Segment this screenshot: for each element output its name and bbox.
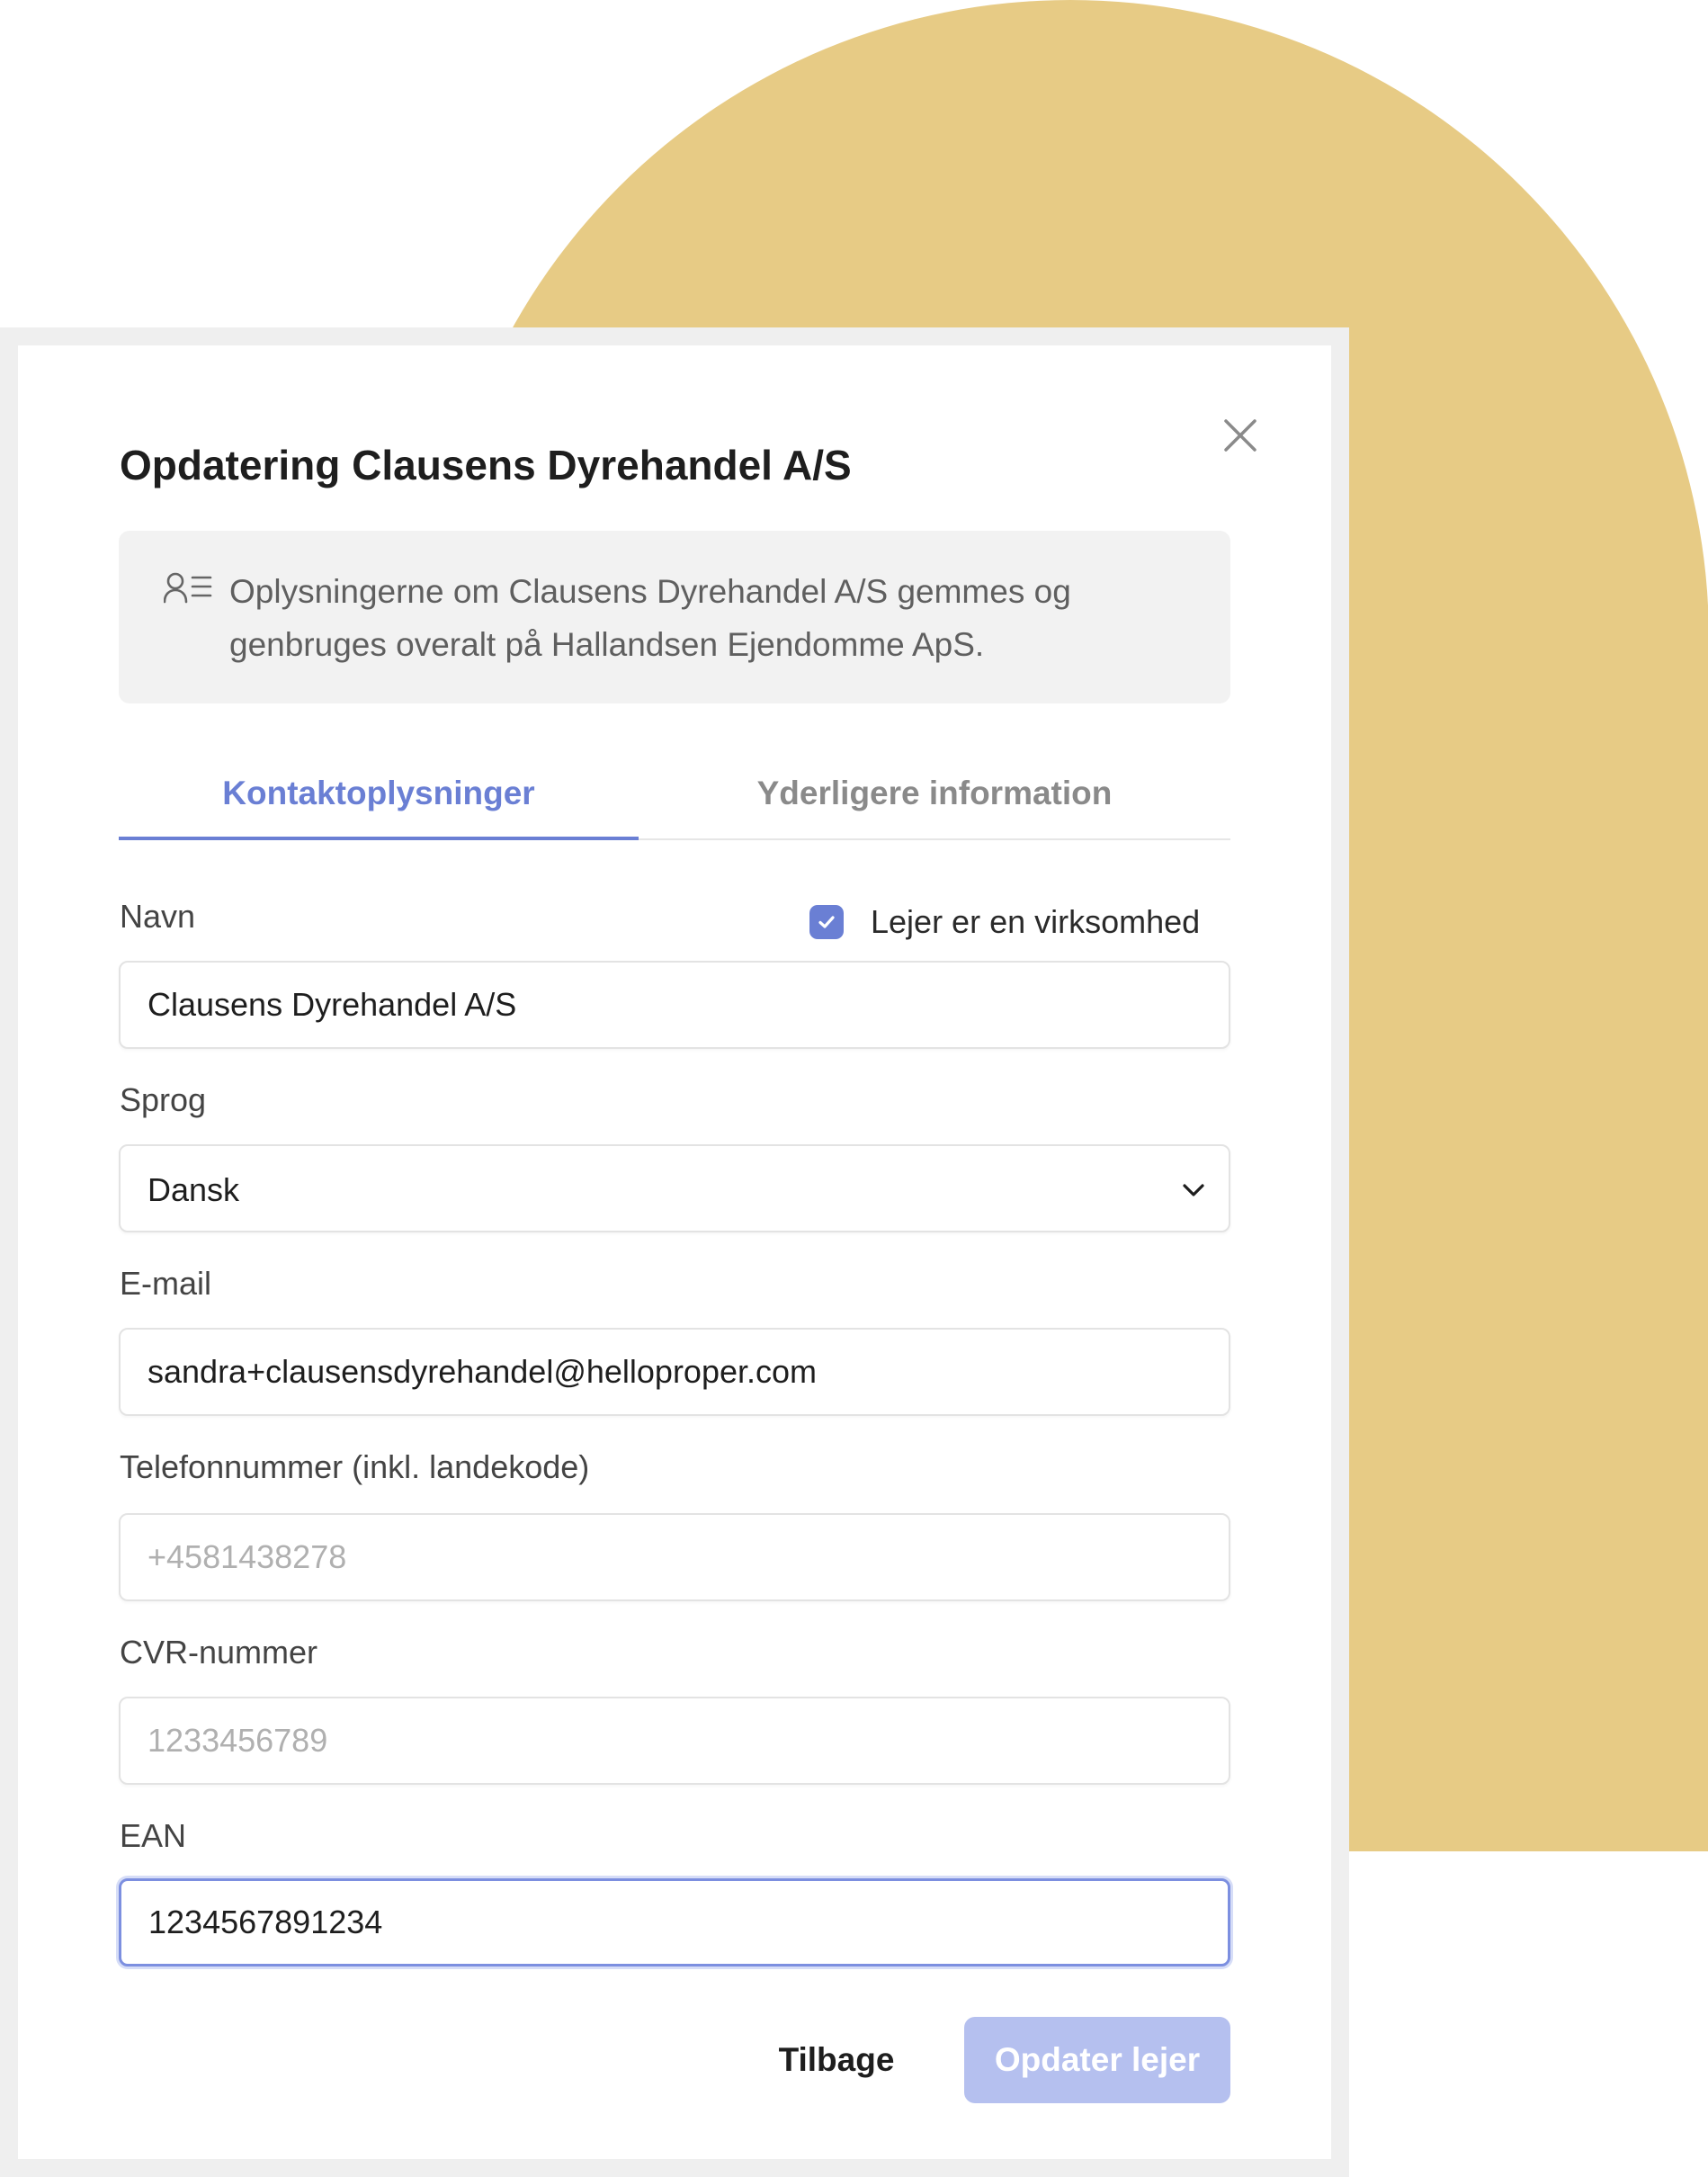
tab-bar: Kontaktoplysninger Yderligere informatio…	[119, 748, 1230, 840]
language-select[interactable]: Dansk	[119, 1144, 1230, 1232]
back-button[interactable]: Tilbage	[747, 2017, 926, 2103]
name-label: Navn	[120, 898, 196, 935]
tab-contact-info[interactable]: Kontaktoplysninger	[119, 748, 639, 840]
language-label: Sprog	[120, 1081, 207, 1118]
tab-additional-info[interactable]: Yderligere information	[639, 748, 1230, 838]
ean-label: EAN	[120, 1817, 187, 1854]
checkmark-icon	[818, 916, 835, 928]
update-tenant-button[interactable]: Opdater lejer	[964, 2017, 1230, 2103]
update-tenant-modal: Opdatering Clausens Dyrehandel A/S Oplys…	[18, 345, 1331, 2159]
email-input[interactable]	[119, 1328, 1230, 1416]
language-select-value: Dansk	[148, 1171, 240, 1208]
name-input[interactable]	[119, 961, 1230, 1049]
business-checkbox[interactable]	[809, 905, 844, 939]
modal-frame: Opdatering Clausens Dyrehandel A/S Oplys…	[0, 327, 1349, 2177]
info-text: Oplysningerne om Clausens Dyrehandel A/S…	[229, 573, 1071, 663]
close-icon	[1224, 419, 1256, 452]
business-checkbox-label: Lejer er en virksomhed	[871, 903, 1201, 940]
close-button[interactable]	[1215, 410, 1265, 461]
ean-input[interactable]	[119, 1878, 1230, 1966]
cvr-input[interactable]	[119, 1697, 1230, 1785]
phone-label: Telefonnummer (inkl. landekode)	[120, 1448, 590, 1485]
info-box: Oplysningerne om Clausens Dyrehandel A/S…	[119, 531, 1230, 703]
business-checkbox-group[interactable]: Lejer er en virksomhed	[809, 898, 1200, 946]
cvr-label: CVR-nummer	[120, 1634, 318, 1671]
chevron-down-icon	[1183, 1184, 1204, 1196]
email-label: E-mail	[120, 1265, 212, 1302]
phone-input[interactable]	[119, 1513, 1230, 1601]
modal-title: Opdatering Clausens Dyrehandel A/S	[120, 442, 852, 488]
contact-list-icon	[164, 572, 212, 604]
